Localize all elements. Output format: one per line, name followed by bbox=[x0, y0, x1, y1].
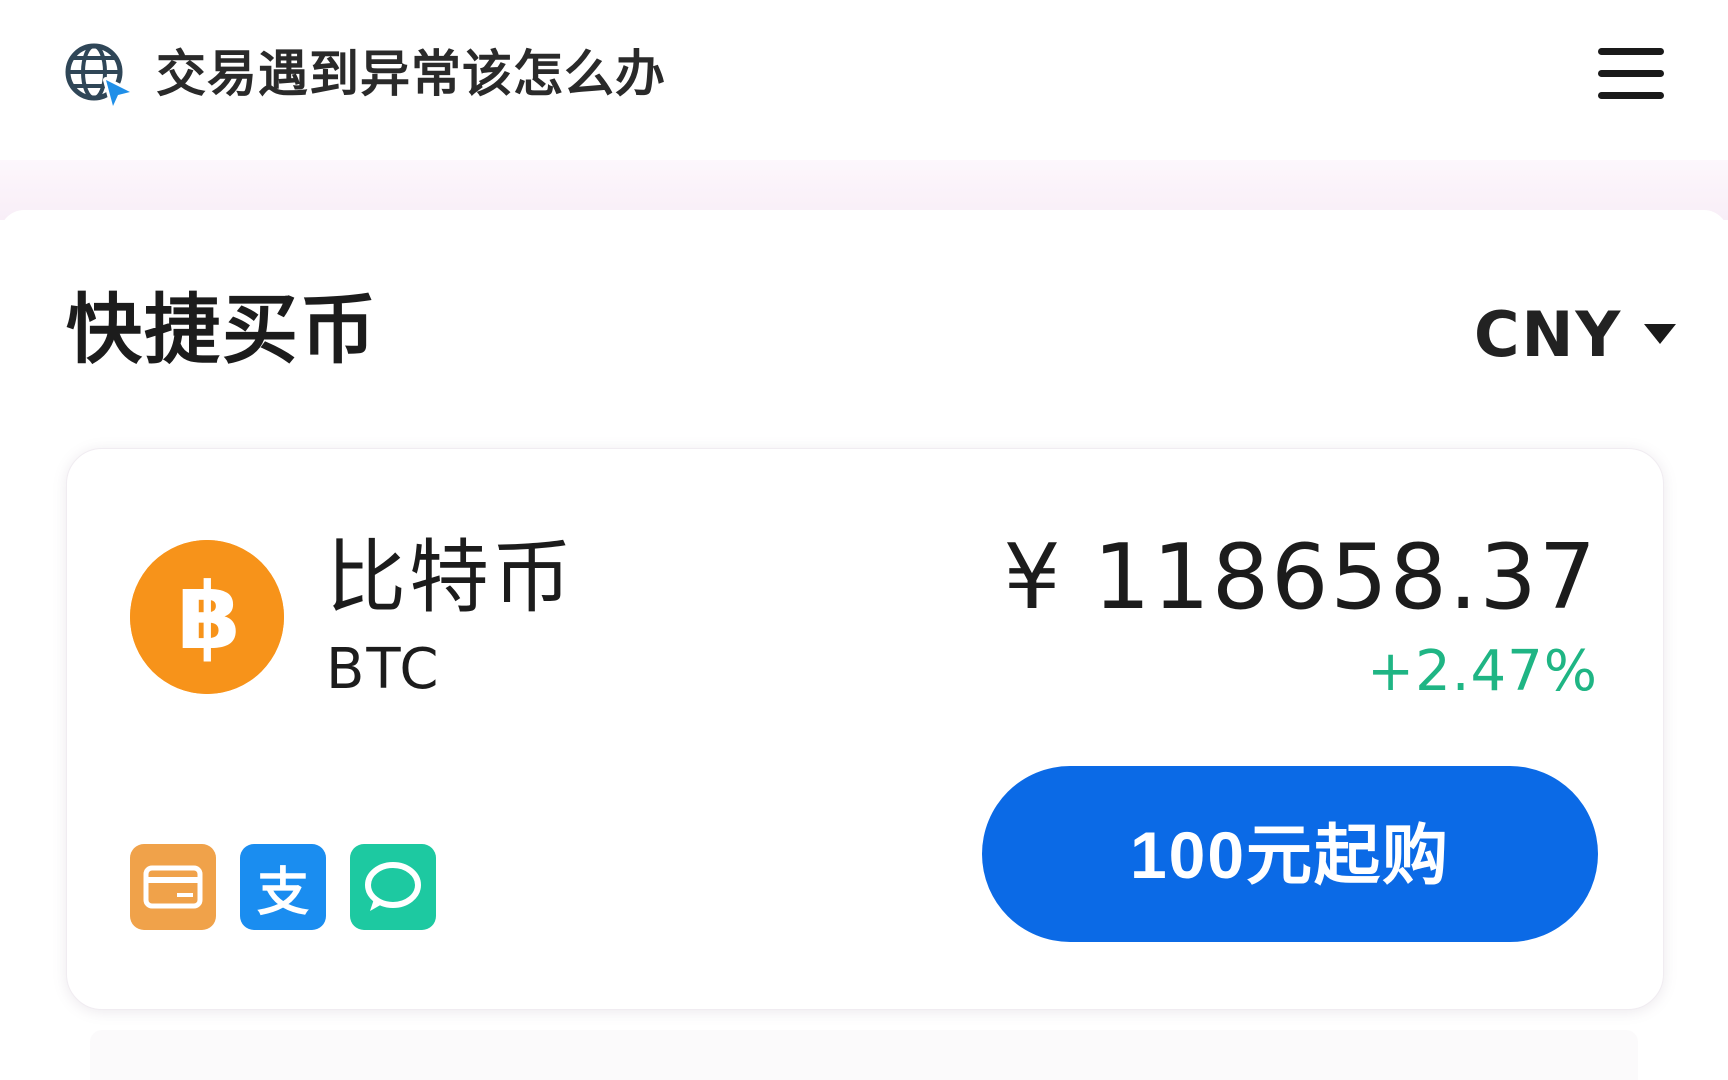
price-change: +2.47% bbox=[1367, 639, 1598, 704]
caret-down-icon bbox=[1644, 324, 1677, 344]
payment-methods: 支 bbox=[130, 844, 436, 930]
page: 交易遇到异常该怎么办 快捷买币 CNY ฿ 比特币 BTC ¥ 118658.3… bbox=[0, 0, 1728, 1080]
buy-button[interactable]: 100元起购 bbox=[982, 766, 1598, 942]
coin-symbol: BTC bbox=[326, 637, 441, 702]
menu-line bbox=[1598, 92, 1664, 99]
menu-line bbox=[1598, 48, 1664, 55]
svg-text:฿: ฿ bbox=[177, 563, 241, 670]
top-header: 交易遇到异常该怎么办 bbox=[0, 0, 1728, 160]
quick-buy-title: 快捷买币 bbox=[66, 285, 378, 374]
bank-card-icon bbox=[130, 844, 216, 930]
currency-selector[interactable]: CNY bbox=[1474, 296, 1677, 372]
next-card-edge bbox=[90, 1030, 1638, 1080]
coin-name: 比特币 bbox=[326, 531, 575, 624]
hamburger-menu-icon[interactable] bbox=[1596, 46, 1666, 102]
menu-line bbox=[1598, 70, 1664, 77]
bitcoin-icon: ฿ bbox=[130, 540, 284, 694]
coin-price: ¥ 118658.37 bbox=[1003, 525, 1598, 630]
wechat-pay-icon bbox=[350, 844, 436, 930]
globe-cursor-icon[interactable] bbox=[64, 40, 133, 109]
alipay-icon: 支 bbox=[240, 844, 326, 930]
currency-label: CNY bbox=[1474, 297, 1623, 371]
page-title: 交易遇到异常该怎么办 bbox=[156, 45, 666, 103]
